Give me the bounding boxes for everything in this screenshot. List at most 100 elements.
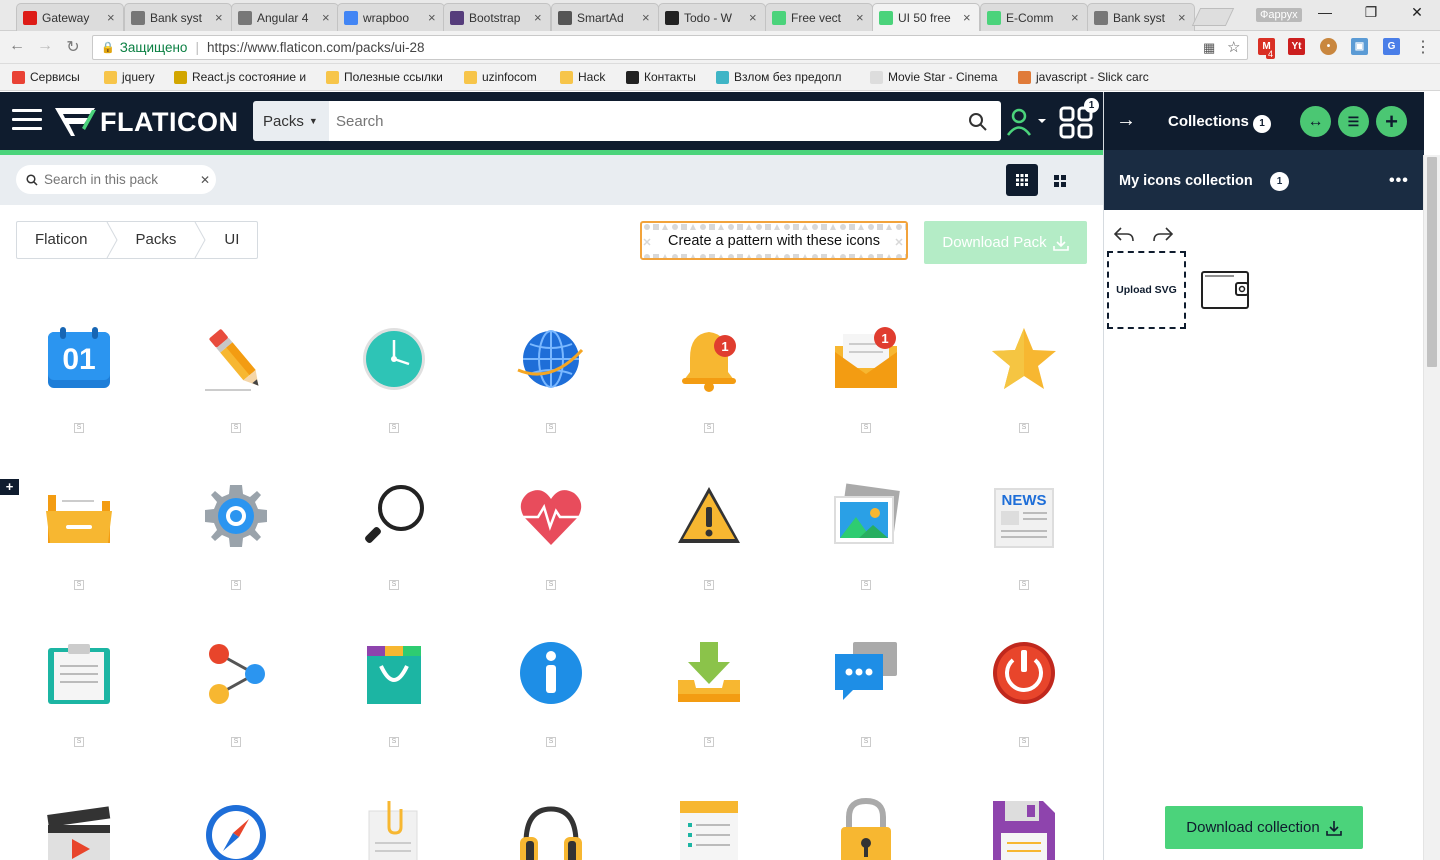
settings-gear-icon[interactable] (201, 481, 271, 551)
clear-search-icon[interactable]: ✕ (200, 173, 210, 187)
browser-tab[interactable]: Angular 4 × (231, 3, 339, 31)
arrow-right-icon[interactable]: → (1116, 109, 1136, 132)
bookmark-item[interactable]: Movie Star - Cinema (870, 70, 997, 84)
browser-tab[interactable]: SmartAd × (551, 3, 659, 31)
create-pattern-button[interactable]: Create a pattern with these icons (640, 221, 908, 260)
chrome-menu-icon[interactable]: ⋮ (1412, 37, 1434, 57)
minimize-button[interactable]: — (1310, 4, 1340, 20)
shopping-bag-icon[interactable] (359, 638, 429, 708)
document-clip-icon[interactable] (359, 797, 429, 860)
bookmark-item[interactable]: Полезные ссылки (326, 70, 443, 84)
expand-icon[interactable]: ↔ (1300, 106, 1331, 137)
new-tab-button[interactable] (1191, 8, 1235, 26)
chat-icon[interactable] (831, 638, 901, 708)
headphones-icon[interactable] (516, 797, 586, 860)
download-tray-icon[interactable] (674, 638, 744, 708)
close-tab-icon[interactable]: × (215, 10, 225, 25)
close-tab-icon[interactable]: × (428, 10, 438, 25)
close-tab-icon[interactable]: × (534, 10, 544, 25)
more-options-icon[interactable]: ••• (1389, 172, 1409, 190)
close-tab-icon[interactable]: × (107, 10, 117, 25)
scrollbar-thumb[interactable] (1427, 157, 1437, 367)
grid-view-small-button[interactable] (1044, 164, 1076, 196)
browser-tab[interactable]: UI 50 free × (872, 3, 980, 31)
image-gallery-icon[interactable] (831, 481, 901, 551)
youtube-extension-icon[interactable]: Yt (1288, 38, 1305, 55)
globe-icon[interactable] (516, 324, 586, 394)
warning-icon[interactable] (674, 481, 744, 551)
floppy-disk-icon[interactable] (989, 797, 1059, 860)
mail-icon[interactable]: 1 (831, 324, 901, 394)
bookmark-item[interactable]: uzinfocom (464, 70, 537, 84)
back-button[interactable]: ← (6, 37, 28, 55)
forward-button[interactable]: → (34, 37, 56, 55)
clipboard-icon[interactable] (44, 638, 114, 708)
close-tab-icon[interactable]: × (1071, 10, 1081, 25)
wallet-icon[interactable] (1200, 270, 1250, 310)
list-icon[interactable]: ☰ (1338, 106, 1369, 137)
screenshot-extension-icon[interactable]: ▣ (1351, 38, 1368, 55)
newspaper-icon[interactable]: NEWS (989, 481, 1059, 551)
bookmark-item[interactable]: Взлом без предопл (716, 70, 842, 84)
cookie-extension-icon[interactable]: • (1320, 38, 1337, 55)
padlock-icon[interactable] (831, 797, 901, 860)
browser-tab[interactable]: Bootstrap × (443, 3, 551, 31)
compass-icon[interactable] (201, 797, 271, 860)
reload-button[interactable]: ↻ (62, 37, 84, 57)
heart-pulse-icon[interactable] (516, 481, 586, 551)
redo-icon[interactable] (1152, 225, 1174, 243)
browser-tab[interactable]: E-Comm × (980, 3, 1088, 31)
flaticon-logo[interactable]: FLATICON (54, 106, 238, 138)
breadcrumb-flaticon[interactable]: Flaticon (17, 222, 106, 258)
bookmark-item[interactable]: Hack (560, 70, 605, 84)
close-tab-icon[interactable]: × (322, 10, 332, 25)
grid-view-large-button[interactable] (1006, 164, 1038, 196)
close-tab-icon[interactable]: × (642, 10, 652, 25)
search-icon[interactable] (968, 112, 988, 132)
bookmark-item[interactable]: React.js состояние и (174, 70, 306, 84)
upload-svg-button[interactable]: Upload SVG (1107, 251, 1186, 329)
url-text[interactable]: https://www.flaticon.com/packs/ui-28 (207, 40, 425, 55)
bookmark-star-icon[interactable]: ☆ (1227, 38, 1240, 56)
translate-extension-icon[interactable]: G (1383, 38, 1400, 55)
browser-tab[interactable]: wrapboo × (337, 3, 445, 31)
user-icon[interactable] (1006, 108, 1048, 136)
menu-icon[interactable] (12, 109, 42, 133)
calendar-icon[interactable]: 01 (44, 324, 114, 394)
download-collection-button[interactable]: Download collection (1165, 806, 1363, 849)
close-window-button[interactable]: ✕ (1402, 4, 1432, 21)
add-collection-icon[interactable]: + (1376, 106, 1407, 137)
star-icon[interactable] (989, 324, 1059, 394)
magnifier-icon[interactable] (359, 481, 429, 551)
close-tab-icon[interactable]: × (1178, 10, 1188, 25)
bookmark-item[interactable]: Контакты (626, 70, 696, 84)
translate-icon[interactable]: ▦ (1203, 40, 1215, 56)
pencil-icon[interactable] (201, 324, 271, 394)
my-collection-bar[interactable]: My icons collection 1 ••• (1104, 150, 1424, 210)
close-tab-icon[interactable]: × (749, 10, 759, 25)
close-tab-icon[interactable]: × (856, 10, 866, 25)
pack-search-input[interactable] (44, 172, 194, 187)
page-scrollbar[interactable] (1423, 155, 1440, 860)
folder-icon[interactable] (44, 481, 114, 551)
clapperboard-icon[interactable] (44, 797, 114, 860)
download-pack-button[interactable]: Download Pack (924, 221, 1087, 264)
undo-icon[interactable] (1113, 225, 1135, 243)
browser-tab[interactable]: Todo - W × (658, 3, 766, 31)
bookmark-item[interactable]: Сервисы (12, 70, 80, 84)
packs-dropdown[interactable]: Packs ▼ (253, 101, 329, 141)
clock-icon[interactable] (359, 324, 429, 394)
bell-icon[interactable]: 1 (674, 324, 744, 394)
share-icon[interactable] (201, 638, 271, 708)
add-side-button[interactable]: + (0, 479, 19, 495)
power-icon[interactable] (989, 638, 1059, 708)
close-tab-icon[interactable]: × (963, 10, 973, 25)
profile-name[interactable]: Фаррух (1256, 8, 1302, 22)
browser-tab[interactable]: Gateway × (16, 3, 124, 31)
restore-button[interactable]: ❐ (1356, 4, 1386, 21)
breadcrumb-packs[interactable]: Packs (118, 222, 195, 258)
bookmark-item[interactable]: javascript - Slick carc (1018, 70, 1149, 84)
notepad-icon[interactable] (674, 797, 744, 860)
bookmark-item[interactable]: jquery (104, 70, 155, 84)
browser-tab[interactable]: Bank syst × (124, 3, 232, 31)
